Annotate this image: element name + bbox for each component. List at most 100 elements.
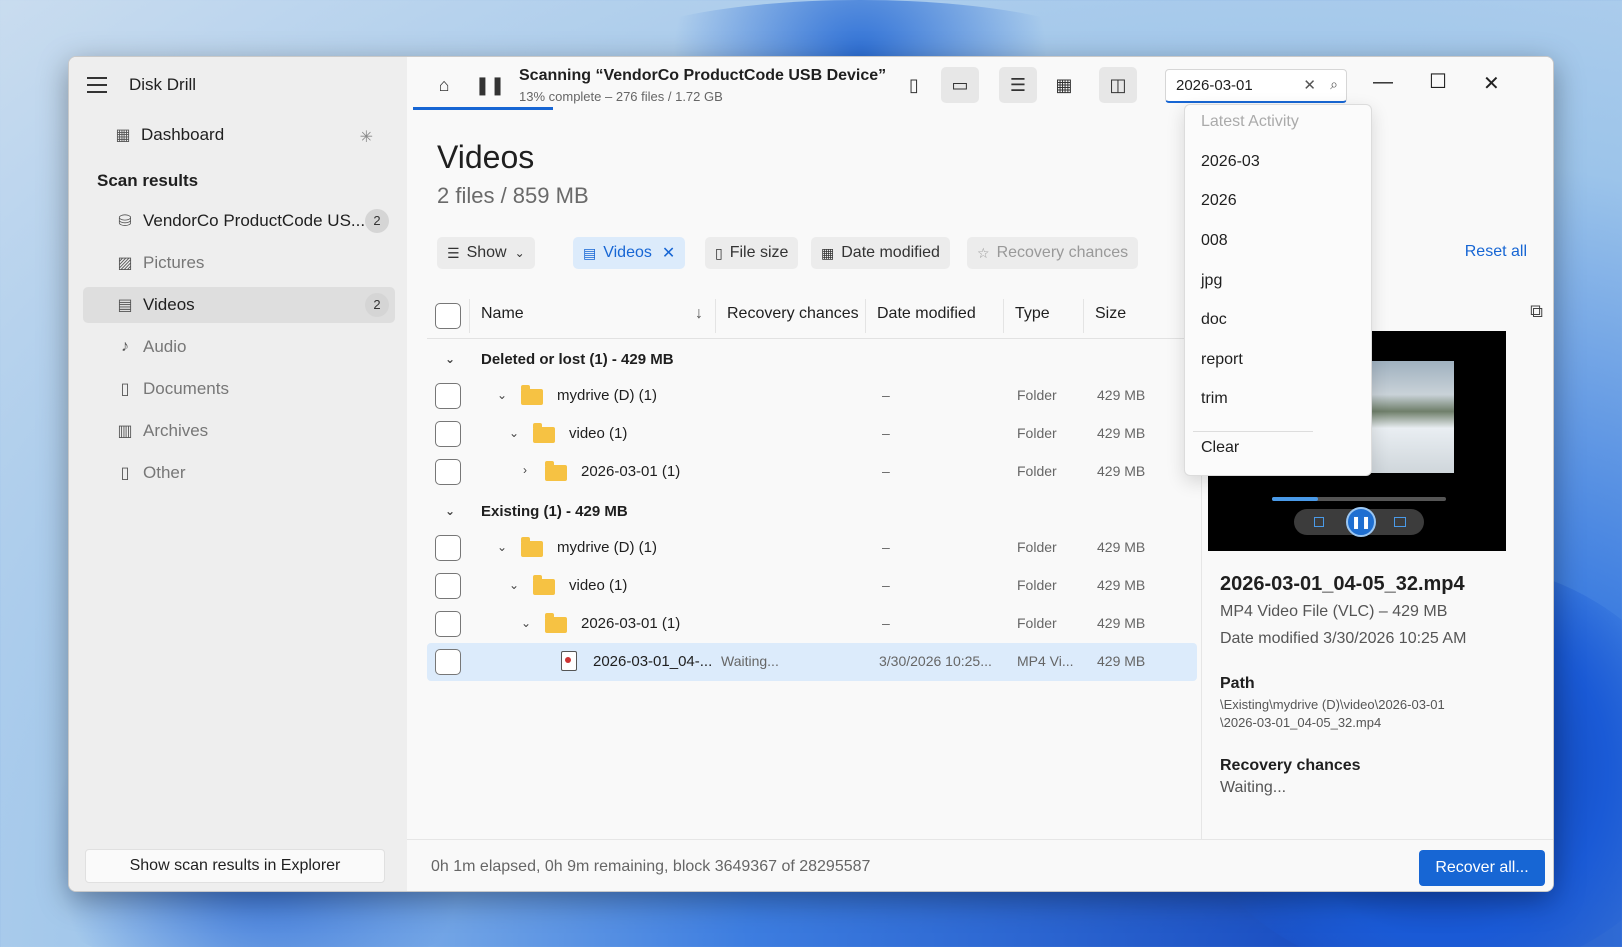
- home-icon[interactable]: ⌂: [425, 67, 463, 103]
- sidebar-item-pictures[interactable]: ▨ Pictures: [83, 245, 395, 281]
- search-icon[interactable]: ⌕: [1330, 76, 1338, 93]
- row-date: –: [882, 539, 890, 555]
- file-icon: ▯: [120, 465, 130, 482]
- show-in-explorer-button[interactable]: Show scan results in Explorer: [85, 849, 385, 883]
- sort-arrow-icon[interactable]: ↓: [695, 305, 703, 323]
- show-filter-button[interactable]: ☰ Show ⌄: [437, 237, 535, 269]
- sidebar-item-documents[interactable]: ▯ Documents: [83, 371, 395, 407]
- grid-view-icon[interactable]: ▦: [1045, 67, 1083, 103]
- column-header-size[interactable]: Size: [1095, 305, 1126, 323]
- document-icon: ▯: [715, 244, 723, 261]
- suggestion-item[interactable]: doc: [1201, 311, 1227, 329]
- sidebar: Disk Drill ▦ Dashboard ✳ Scan results ⛁ …: [69, 57, 407, 891]
- sidebar-item-dashboard[interactable]: ▦ Dashboard ✳: [83, 117, 395, 153]
- list-view-icon[interactable]: ☰: [999, 67, 1037, 103]
- preview-filename: 2026-03-01_04-05_32.mp4: [1220, 573, 1465, 595]
- column-header-name[interactable]: Name: [481, 305, 524, 323]
- videos-filter-chip[interactable]: ▤ Videos ✕: [573, 237, 686, 269]
- chevron-down-icon[interactable]: ⌄: [521, 616, 531, 630]
- chevron-down-icon[interactable]: ⌄: [509, 426, 519, 440]
- column-divider: [1003, 299, 1004, 333]
- folder-icon: [521, 385, 543, 405]
- file-size-filter[interactable]: ▯ File size: [705, 237, 799, 269]
- row-checkbox[interactable]: [435, 383, 461, 409]
- row-type: Folder: [1017, 539, 1057, 555]
- clear-history-item[interactable]: Clear: [1201, 439, 1239, 457]
- open-external-icon[interactable]: ⧉: [1530, 301, 1543, 322]
- chevron-down-icon[interactable]: ⌄: [445, 504, 455, 518]
- file-view-icon[interactable]: ▯: [895, 67, 933, 103]
- group-label: Existing (1) - 429 MB: [481, 503, 628, 520]
- column-header-recovery[interactable]: Recovery chances: [727, 305, 859, 323]
- suggestion-item[interactable]: 008: [1201, 232, 1228, 250]
- table-row[interactable]: ⌄ video (1) – Folder 429 MB: [427, 567, 1197, 605]
- folder-icon: [533, 575, 555, 595]
- reset-all-link[interactable]: Reset all: [1465, 243, 1527, 261]
- table-row[interactable]: ⌄ mydrive (D) (1) – Folder 429 MB: [427, 529, 1197, 567]
- table-row[interactable]: ⌄ mydrive (D) (1) – Folder 429 MB: [427, 377, 1197, 415]
- drive-icon: ⛁: [118, 213, 132, 230]
- date-modified-filter[interactable]: ▦ Date modified: [811, 237, 950, 269]
- table-row[interactable]: ⌄ 2026-03-01 (1) – Folder 429 MB: [427, 605, 1197, 643]
- suggestion-item[interactable]: 2026: [1201, 192, 1237, 210]
- pause-icon[interactable]: ❚❚: [1346, 507, 1376, 537]
- suggestion-item[interactable]: jpg: [1201, 272, 1222, 290]
- chevron-down-icon[interactable]: ⌄: [497, 388, 507, 402]
- suggestion-item[interactable]: report: [1201, 351, 1243, 369]
- sidebar-item-other[interactable]: ▯ Other: [83, 455, 395, 491]
- sidebar-item-device[interactable]: ⛁ VendorCo ProductCode US... 2: [83, 203, 395, 239]
- row-date: –: [882, 463, 890, 479]
- minimize-icon[interactable]: —: [1373, 71, 1393, 94]
- sidebar-item-label: Documents: [143, 379, 229, 398]
- column-header-type[interactable]: Type: [1015, 305, 1050, 323]
- sidebar-item-label: Pictures: [143, 253, 205, 272]
- suggestion-item[interactable]: 2026-03: [1201, 153, 1260, 171]
- fullscreen-icon[interactable]: [1394, 517, 1406, 527]
- sidebar-item-videos[interactable]: ▤ Videos 2: [83, 287, 395, 323]
- pause-icon[interactable]: ❚❚: [471, 67, 509, 103]
- row-date: –: [882, 387, 890, 403]
- stop-icon[interactable]: [1314, 517, 1324, 527]
- path-label: Path: [1220, 675, 1255, 692]
- film-icon: ▤: [117, 297, 133, 314]
- video-file-icon: [561, 651, 577, 671]
- row-checkbox[interactable]: [435, 421, 461, 447]
- remove-filter-icon[interactable]: ✕: [662, 243, 675, 263]
- row-checkbox[interactable]: [435, 611, 461, 637]
- recover-all-button[interactable]: Recover all...: [1419, 850, 1545, 886]
- clear-search-icon[interactable]: ✕: [1303, 76, 1316, 94]
- image-icon: ▨: [117, 255, 133, 272]
- preview-pane-icon[interactable]: ◫: [1099, 67, 1137, 103]
- group-header[interactable]: ⌄ Existing (1) - 429 MB: [427, 493, 1197, 531]
- scan-subtitle: 13% complete – 276 files / 1.72 GB: [519, 89, 723, 104]
- row-checkbox[interactable]: [435, 573, 461, 599]
- folder-view-icon[interactable]: ▭: [941, 67, 979, 103]
- video-seek-bar[interactable]: [1272, 497, 1446, 501]
- sidebar-item-archives[interactable]: ▥ Archives: [83, 413, 395, 449]
- maximize-icon[interactable]: ☐: [1429, 69, 1447, 94]
- row-type: Folder: [1017, 577, 1057, 593]
- table-row-selected[interactable]: 2026-03-01_04-... Waiting... 3/30/2026 1…: [427, 643, 1197, 681]
- table-row[interactable]: › 2026-03-01 (1) – Folder 429 MB: [427, 453, 1197, 491]
- chevron-down-icon[interactable]: ⌄: [509, 578, 519, 592]
- column-header-date[interactable]: Date modified: [877, 305, 976, 323]
- sidebar-item-label: Other: [143, 463, 186, 482]
- close-icon[interactable]: ✕: [1483, 71, 1500, 96]
- row-type: Folder: [1017, 615, 1057, 631]
- row-checkbox[interactable]: [435, 535, 461, 561]
- chevron-down-icon[interactable]: ⌄: [497, 540, 507, 554]
- group-header[interactable]: ⌄ Deleted or lost (1) - 429 MB: [427, 341, 1197, 379]
- table-row[interactable]: ⌄ video (1) – Folder 429 MB: [427, 415, 1197, 453]
- folder-icon: [545, 613, 567, 633]
- chevron-right-icon[interactable]: ›: [523, 463, 527, 477]
- row-checkbox[interactable]: [435, 649, 461, 675]
- row-checkbox[interactable]: [435, 459, 461, 485]
- chevron-down-icon[interactable]: ⌄: [445, 352, 455, 366]
- select-all-checkbox[interactable]: [435, 303, 461, 329]
- suggestion-item[interactable]: trim: [1201, 390, 1228, 408]
- folder-icon: [521, 537, 543, 557]
- recovery-chances-filter[interactable]: ☆ Recovery chances: [967, 237, 1139, 269]
- search-input[interactable]: 2026-03-01 ✕ ⌕: [1165, 69, 1347, 103]
- sidebar-item-audio[interactable]: ♪ Audio: [83, 329, 395, 365]
- hamburger-menu-icon[interactable]: [87, 77, 107, 93]
